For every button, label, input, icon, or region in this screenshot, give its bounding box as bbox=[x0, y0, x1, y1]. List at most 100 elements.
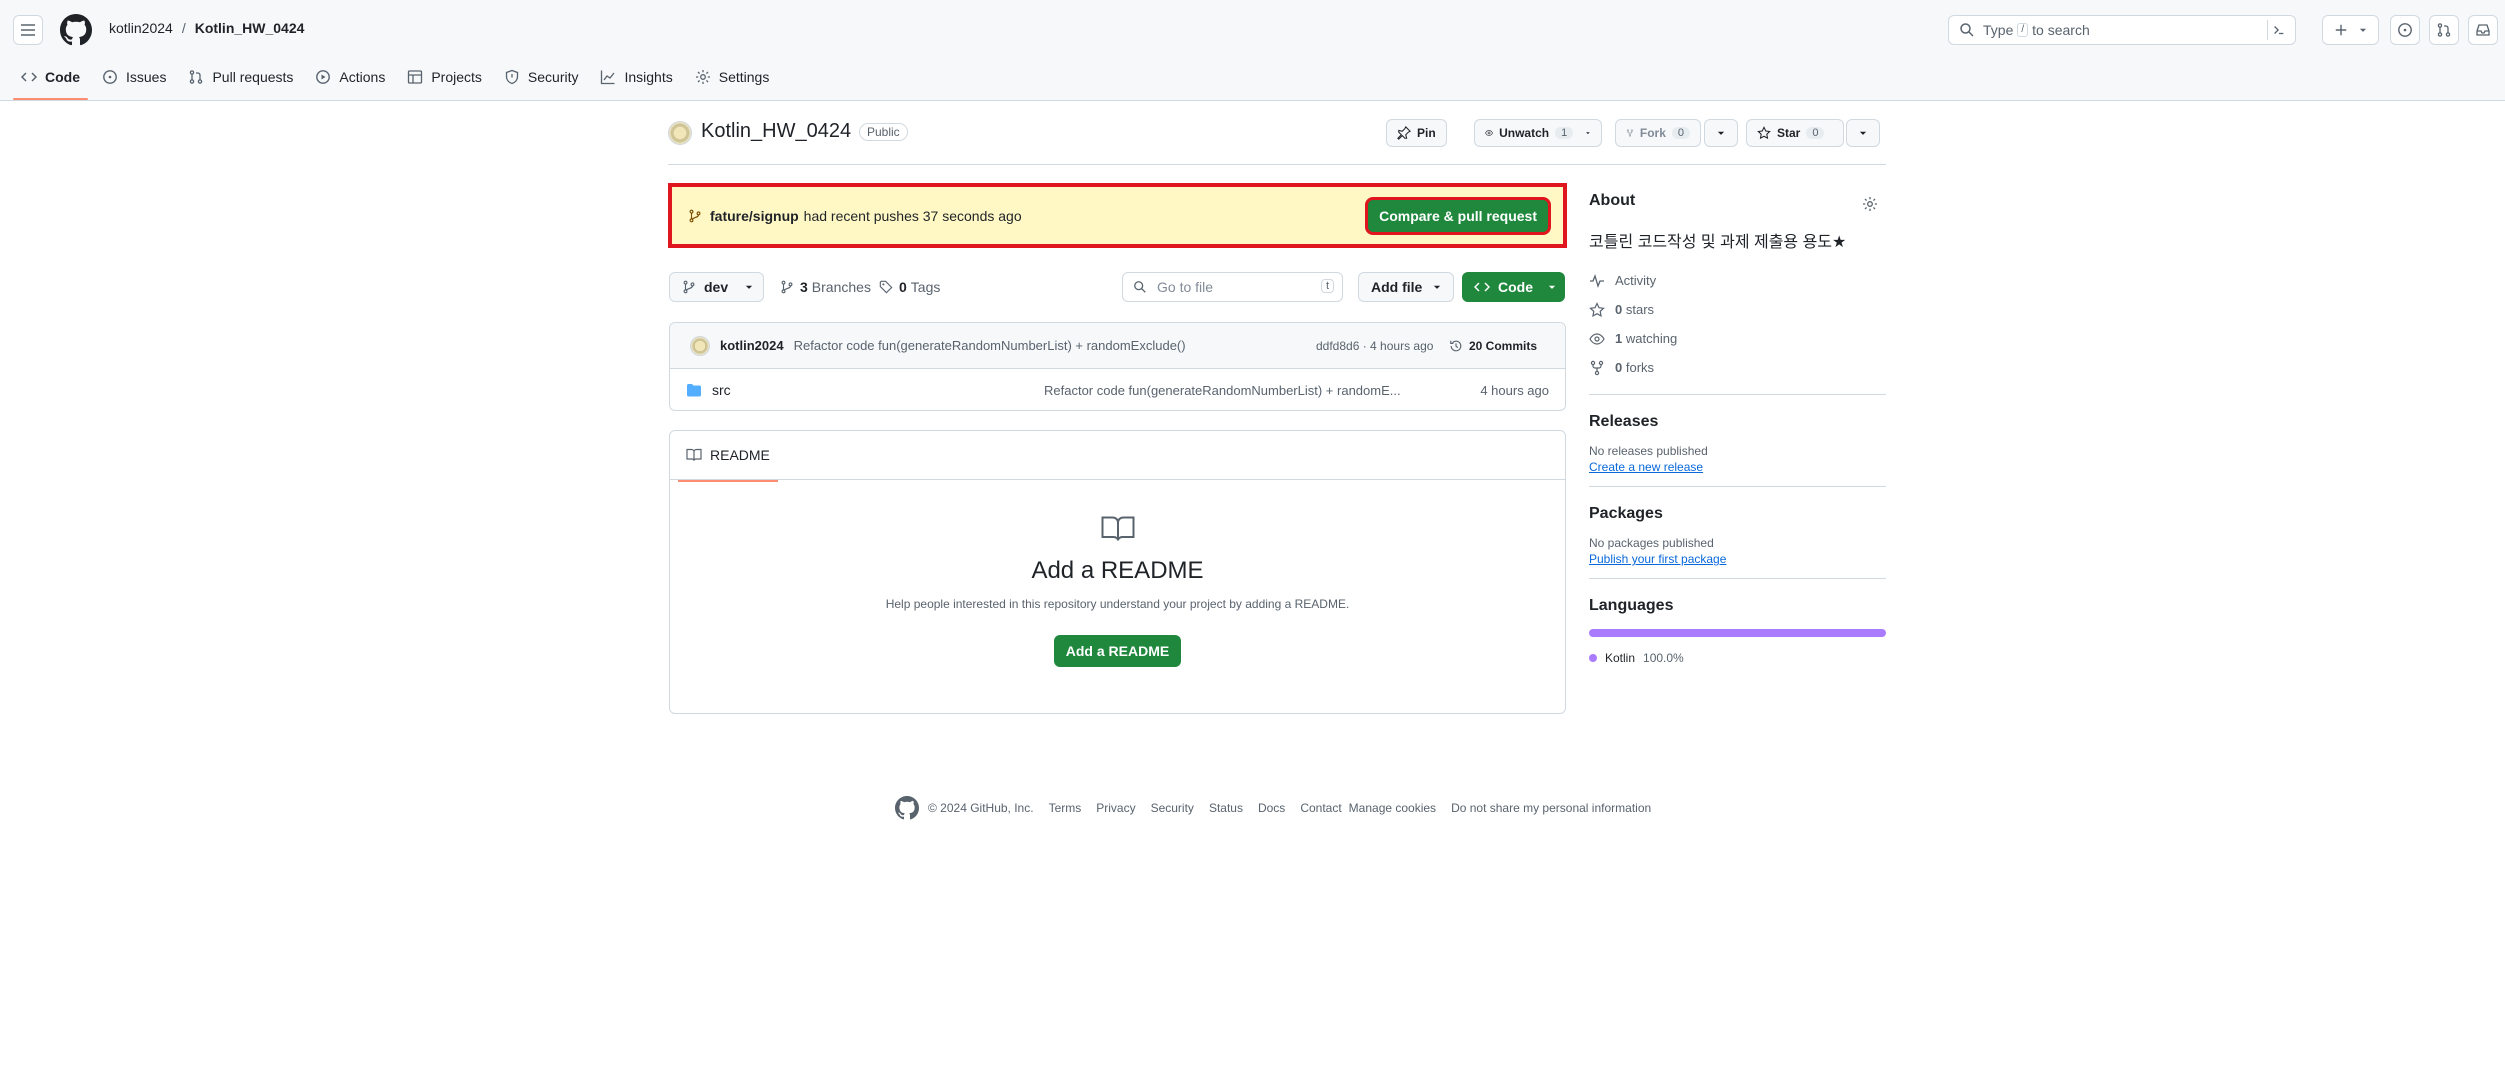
file-commit-message[interactable]: Refactor code fun(generateRandomNumberLi… bbox=[1044, 383, 1401, 398]
compare-pull-request-button[interactable]: Compare & pull request bbox=[1365, 197, 1551, 235]
footer-link-do-not-share[interactable]: Do not share my personal information bbox=[1451, 801, 1651, 815]
commits-count-label: 20 Commits bbox=[1468, 338, 1537, 353]
history-icon bbox=[1450, 340, 1462, 351]
recent-push-banner: fature/signup had recent pushes 37 secon… bbox=[668, 183, 1567, 248]
create-new-button[interactable] bbox=[2322, 15, 2379, 45]
tab-pull-requests[interactable]: Pull requests bbox=[180, 66, 307, 88]
star-dropdown-button[interactable] bbox=[1846, 119, 1880, 147]
readme-tab-label: README bbox=[710, 447, 770, 463]
tab-security[interactable]: Security bbox=[496, 66, 593, 88]
language-item[interactable]: Kotlin 100.0% bbox=[1589, 651, 1886, 665]
star-button[interactable]: Star 0 bbox=[1746, 119, 1844, 147]
fork-dropdown-button[interactable] bbox=[1704, 119, 1738, 147]
tab-settings[interactable]: Settings bbox=[687, 66, 784, 88]
commit-hash-time[interactable]: ddfd8d6 · 4 hours ago bbox=[1316, 339, 1433, 353]
issue-icon bbox=[103, 70, 117, 84]
github-logo-icon[interactable] bbox=[895, 796, 919, 820]
footer-link-privacy[interactable]: Privacy bbox=[1096, 801, 1135, 815]
gear-icon bbox=[695, 70, 710, 84]
watch-count: 1 bbox=[1555, 127, 1574, 139]
footer-link-status[interactable]: Status bbox=[1209, 801, 1243, 815]
tab-issues[interactable]: Issues bbox=[94, 66, 180, 88]
breadcrumb-owner-link[interactable]: kotlin2024 bbox=[109, 20, 173, 36]
watching-link[interactable]: 1 watching bbox=[1589, 324, 1886, 353]
releases-heading[interactable]: Releases bbox=[1589, 413, 1886, 431]
footer-link-security[interactable]: Security bbox=[1151, 801, 1194, 815]
publish-package-link[interactable]: Publish your first package bbox=[1589, 552, 1886, 566]
inbox-button[interactable] bbox=[2468, 15, 2498, 45]
readme-empty-description: Help people interested in this repositor… bbox=[885, 597, 1350, 611]
watch-button[interactable]: Unwatch 1 bbox=[1474, 119, 1602, 147]
readme-empty-state: Add a README Help people interested in t… bbox=[670, 515, 1565, 667]
tag-icon bbox=[879, 280, 893, 294]
add-readme-button[interactable]: Add a README bbox=[1053, 635, 1182, 667]
file-name-link[interactable]: src bbox=[712, 382, 731, 398]
create-release-link[interactable]: Create a new release bbox=[1589, 460, 1886, 474]
packages-empty-text: No packages published bbox=[1589, 536, 1714, 550]
command-palette-icon[interactable] bbox=[2267, 20, 2289, 40]
commits-link[interactable]: 20 Commits bbox=[1449, 339, 1537, 353]
folder-icon bbox=[687, 384, 701, 397]
fork-button[interactable]: Fork 0 bbox=[1615, 119, 1701, 147]
activity-link[interactable]: Activity bbox=[1589, 266, 1886, 295]
pull-requests-button[interactable] bbox=[2429, 15, 2459, 45]
forks-link[interactable]: 0 forks bbox=[1589, 353, 1886, 382]
avatar[interactable] bbox=[690, 335, 710, 356]
footer-link-manage-cookies[interactable]: Manage cookies bbox=[1349, 801, 1436, 815]
language-bar bbox=[1589, 629, 1886, 637]
book-icon bbox=[686, 448, 702, 461]
pin-button[interactable]: Pin bbox=[1386, 119, 1447, 147]
branches-label: Branches bbox=[811, 279, 871, 295]
about-heading: About bbox=[1589, 192, 1636, 209]
github-logo-icon[interactable] bbox=[60, 14, 92, 46]
tab-actions[interactable]: Actions bbox=[307, 66, 399, 88]
commit-author-link[interactable]: kotlin2024 bbox=[720, 338, 784, 353]
star-count: 0 bbox=[1806, 127, 1825, 139]
packages-heading[interactable]: Packages bbox=[1589, 505, 1886, 523]
star-label: Star bbox=[1777, 126, 1801, 140]
file-table: kotlin2024 Refactor code fun(generateRan… bbox=[669, 322, 1566, 411]
activity-label: Activity bbox=[1615, 273, 1657, 288]
tab-insights[interactable]: Insights bbox=[592, 66, 686, 88]
repo-title[interactable]: Kotlin_HW_0424 bbox=[701, 120, 851, 143]
plus-icon bbox=[2335, 24, 2346, 36]
tab-projects-label: Projects bbox=[431, 69, 482, 85]
branch-selector[interactable]: dev bbox=[669, 272, 764, 302]
branches-link[interactable]: 3 Branches bbox=[780, 279, 871, 295]
footer-link-contact[interactable]: Contact bbox=[1300, 801, 1341, 815]
table-icon bbox=[408, 70, 423, 84]
commit-message-link[interactable]: Refactor code fun(generateRandomNumberLi… bbox=[794, 338, 1186, 353]
book-icon bbox=[1101, 516, 1134, 541]
table-row[interactable]: src Refactor code fun(generateRandomNumb… bbox=[670, 369, 1565, 410]
repo-description: 코틀린 코드작성 및 과제 제출용 용도★ bbox=[1589, 234, 1847, 251]
footer-copyright: © 2024 GitHub, Inc. bbox=[928, 801, 1034, 815]
tab-security-label: Security bbox=[527, 69, 579, 85]
forks-count: 0 bbox=[1615, 360, 1623, 375]
breadcrumb-repo-link[interactable]: Kotlin_HW_0424 bbox=[195, 20, 305, 36]
pushed-branch-name[interactable]: fature/signup bbox=[710, 208, 799, 224]
stars-link[interactable]: 0 stars bbox=[1589, 295, 1886, 324]
readme-tab[interactable]: README bbox=[678, 447, 778, 482]
tags-link[interactable]: 0 Tags bbox=[879, 279, 940, 295]
footer-link-terms[interactable]: Terms bbox=[1049, 801, 1082, 815]
search-input[interactable]: Type / to search bbox=[1948, 15, 2296, 45]
go-to-file-shortcut: t bbox=[1320, 279, 1334, 293]
code-button[interactable]: Code bbox=[1462, 272, 1565, 302]
menu-button[interactable] bbox=[13, 15, 43, 45]
repo-title-bar: Kotlin_HW_0424 Public Pin Unwatch 1 Fork… bbox=[668, 117, 1886, 165]
fork-icon bbox=[1626, 129, 1633, 137]
tab-projects[interactable]: Projects bbox=[399, 66, 496, 88]
pin-icon bbox=[1397, 126, 1411, 140]
add-file-button[interactable]: Add file bbox=[1358, 272, 1454, 302]
tags-count: 0 bbox=[899, 279, 907, 295]
chevron-down-icon bbox=[1717, 131, 1725, 135]
watch-label: Unwatch bbox=[1499, 126, 1550, 140]
go-to-file-input[interactable]: Go to file t bbox=[1122, 272, 1343, 302]
footer-link-docs[interactable]: Docs bbox=[1258, 801, 1285, 815]
add-file-label: Add file bbox=[1371, 279, 1423, 295]
gear-icon[interactable] bbox=[1862, 196, 1878, 212]
issues-button[interactable] bbox=[2390, 15, 2420, 45]
tab-code[interactable]: Code bbox=[13, 66, 94, 100]
avatar[interactable] bbox=[668, 121, 692, 145]
eye-icon bbox=[1589, 332, 1605, 345]
